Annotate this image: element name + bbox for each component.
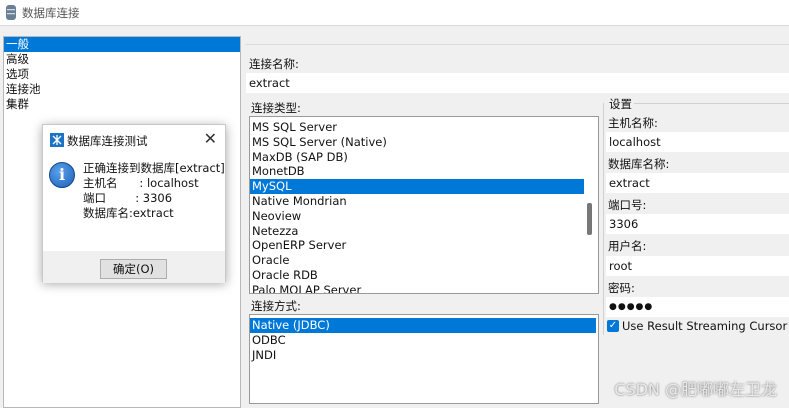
list-item-selected[interactable]: MySQL: [250, 179, 584, 194]
host-input[interactable]: localhost: [606, 132, 789, 152]
nav-item-options[interactable]: 选项: [4, 67, 240, 82]
access-method-label: 连接方式:: [251, 299, 301, 313]
watermark: CSDN @肥嘟嘟左卫龙: [614, 380, 777, 399]
database-label: 数据库名称:: [608, 157, 670, 171]
connection-name-input[interactable]: extract: [246, 73, 789, 93]
list-item[interactable]: JNDI: [250, 348, 596, 363]
divider: [245, 44, 789, 45]
port-input[interactable]: 3306: [606, 214, 789, 234]
list-item[interactable]: Oracle RDB: [250, 268, 584, 283]
password-input[interactable]: ●●●●●: [606, 297, 789, 317]
close-icon[interactable]: ✕: [204, 129, 217, 148]
dialog-titlebar: 数据库连接测试 ✕: [43, 125, 225, 155]
list-item-selected[interactable]: Native (JDBC): [250, 318, 596, 333]
list-item[interactable]: Netezza: [250, 224, 584, 239]
access-method-list[interactable]: Native (JDBC) ODBC JNDI: [249, 314, 599, 404]
group-border: [603, 103, 604, 335]
connection-type-list[interactable]: MS SQL Server MS SQL Server (Native) Max…: [249, 116, 599, 294]
nav-item-advanced[interactable]: 高级: [4, 52, 240, 67]
list-item[interactable]: Native Mondrian: [250, 194, 584, 209]
host-label: 主机名称:: [608, 116, 658, 130]
nav-item-pooling[interactable]: 连接池: [4, 82, 240, 97]
scrollbar-thumb[interactable]: [587, 203, 592, 235]
database-icon: [6, 5, 16, 20]
dialog-message-line: 端口 : 3306: [83, 191, 173, 205]
dialog-message-line: 主机名 : localhost: [83, 176, 199, 190]
window-title: 数据库连接: [22, 5, 80, 20]
info-icon: i: [49, 162, 75, 188]
group-border: [634, 103, 789, 104]
password-label: 密码:: [608, 281, 635, 295]
kettle-icon: [50, 133, 64, 147]
list-item[interactable]: Oracle: [250, 253, 584, 268]
connection-test-dialog: 数据库连接测试 ✕ i 正确连接到数据库[extract] 主机名 : loca…: [42, 124, 226, 283]
streaming-checkbox[interactable]: ✓: [607, 320, 619, 332]
nav-item-cluster[interactable]: 集群: [4, 97, 240, 112]
port-label: 端口号:: [608, 198, 647, 212]
dialog-message-line: 数据库名:extract: [83, 206, 174, 220]
connection-type-label: 连接类型:: [251, 101, 301, 115]
username-label: 用户名:: [608, 239, 647, 253]
list-item[interactable]: MaxDB (SAP DB): [250, 150, 584, 165]
list-item[interactable]: OpenERP Server: [250, 238, 584, 253]
settings-group-label: 设置: [609, 97, 632, 111]
list-item[interactable]: MS SQL Server (Native): [250, 135, 584, 150]
list-item[interactable]: ODBC: [250, 333, 596, 348]
streaming-label: Use Result Streaming Cursor: [622, 319, 788, 333]
username-input[interactable]: root: [606, 256, 789, 276]
nav-item-general[interactable]: 一般: [4, 37, 240, 52]
list-item[interactable]: MS SQL Server: [250, 120, 584, 135]
dialog-body: i 正确连接到数据库[extract] 主机名 : localhost 端口 :…: [43, 155, 225, 283]
window-titlebar: 数据库连接: [0, 0, 789, 26]
dialog-title: 数据库连接测试: [67, 134, 148, 148]
connection-name-label: 连接名称:: [249, 57, 299, 71]
database-input[interactable]: extract: [606, 173, 789, 193]
checkmark-icon: ✓: [608, 320, 618, 331]
ok-button[interactable]: 确定(O): [100, 259, 167, 279]
list-item[interactable]: Neoview: [250, 209, 584, 224]
list-item[interactable]: MonetDB: [250, 164, 584, 179]
dialog-message-line: 正确连接到数据库[extract]: [83, 161, 225, 175]
list-item[interactable]: Palo MOLAP Server: [250, 283, 584, 293]
